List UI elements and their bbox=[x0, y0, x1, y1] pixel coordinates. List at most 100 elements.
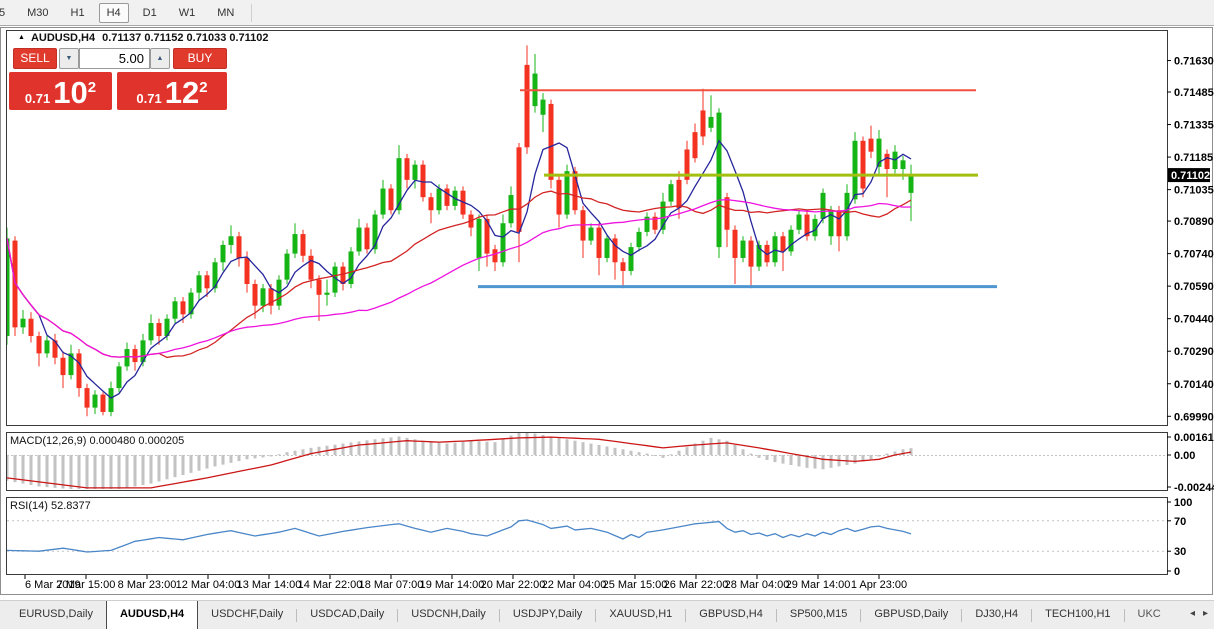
sell-price-point: 2 bbox=[88, 83, 96, 93]
buy-button[interactable]: BUY bbox=[173, 48, 227, 69]
rsi-axis-label: 100 bbox=[1174, 497, 1192, 509]
candle-body bbox=[725, 197, 730, 230]
price-axis-label: 0.71035 bbox=[1174, 185, 1214, 197]
candle-body bbox=[205, 275, 210, 288]
collapse-icon[interactable]: ▲ bbox=[18, 34, 25, 41]
candle-body bbox=[429, 197, 434, 210]
macd-axis-label: 0.00 bbox=[1174, 450, 1195, 462]
price-axis-label: 0.71335 bbox=[1174, 120, 1214, 132]
date-axis-label: 18 Mar 07:00 bbox=[359, 579, 424, 591]
candle-body bbox=[221, 245, 226, 262]
candle-body bbox=[909, 175, 914, 193]
candle-body bbox=[197, 275, 202, 292]
price-axis-label: 0.70140 bbox=[1174, 379, 1214, 391]
candle-body bbox=[845, 193, 850, 236]
macd-axis-label: 0.001615 bbox=[1174, 432, 1214, 444]
tab-scroll-left-icon[interactable]: ◂ bbox=[1190, 608, 1195, 619]
chart-tab-AUDUSD-H4[interactable]: AUDUSD,H4 bbox=[106, 600, 198, 629]
chart-tab-USDJPY-Daily[interactable]: USDJPY,Daily bbox=[500, 601, 596, 629]
chart-tab-USDCAD-Daily[interactable]: USDCAD,Daily bbox=[297, 601, 397, 629]
chart-tab-EURUSD-Daily[interactable]: EURUSD,Daily bbox=[6, 601, 106, 629]
candle-body bbox=[149, 323, 154, 340]
price-axis-label: 0.70590 bbox=[1174, 281, 1214, 293]
chart-tab-USDCNH-Daily[interactable]: USDCNH,Daily bbox=[398, 601, 499, 629]
candle-body bbox=[541, 100, 546, 115]
candle-body bbox=[789, 230, 794, 252]
candle-body bbox=[173, 301, 178, 318]
chart-tab-DJ30-H4[interactable]: DJ30,H4 bbox=[962, 601, 1031, 629]
volume-input[interactable] bbox=[79, 48, 150, 69]
candle-body bbox=[29, 319, 34, 336]
candle-body bbox=[325, 293, 330, 295]
tab-scroll-arrows: ◂ ▸ bbox=[1190, 608, 1208, 619]
candle-body bbox=[61, 358, 66, 375]
candle-body bbox=[853, 141, 858, 200]
chart-tab-UKC[interactable]: UKC bbox=[1125, 601, 1165, 629]
application-window: 5M30H1H4D1W1MN 0.716300.714850.713350.71… bbox=[0, 0, 1214, 629]
candle-body bbox=[477, 219, 482, 258]
chart-tab-TECH100-H1[interactable]: TECH100,H1 bbox=[1032, 601, 1123, 629]
chart-ohlc-values: 0.71137 0.71152 0.71033 0.71102 bbox=[102, 32, 268, 44]
candle-body bbox=[709, 117, 714, 128]
candle-body bbox=[445, 189, 450, 206]
candle-body bbox=[413, 165, 418, 180]
candle-body bbox=[821, 193, 826, 219]
candle-body bbox=[733, 230, 738, 258]
tab-scroll-right-icon[interactable]: ▸ bbox=[1203, 608, 1208, 619]
candle-body bbox=[629, 247, 634, 271]
chart-tab-SP500-M15[interactable]: SP500,M15 bbox=[777, 601, 860, 629]
buy-price-prefix: 0.71 bbox=[136, 91, 161, 106]
candle-body bbox=[237, 236, 242, 258]
volume-decrease-button[interactable]: ▼ bbox=[59, 48, 79, 69]
candle-body bbox=[21, 319, 26, 328]
sell-price-box[interactable]: 0.71 10 2 bbox=[9, 72, 112, 110]
price-axis-label: 0.71485 bbox=[1174, 87, 1214, 99]
candle-body bbox=[285, 254, 290, 280]
candle-body bbox=[85, 388, 90, 408]
candle-body bbox=[861, 141, 866, 189]
date-axis-label: 14 Mar 22:00 bbox=[298, 579, 363, 591]
candle-body bbox=[781, 236, 786, 251]
rsi-pane bbox=[7, 498, 1168, 575]
candle-body bbox=[605, 238, 610, 258]
candle-body bbox=[885, 154, 890, 169]
candle-body bbox=[45, 340, 50, 353]
chart-tab-GBPUSD-Daily[interactable]: GBPUSD,Daily bbox=[861, 601, 961, 629]
candle-body bbox=[397, 158, 402, 210]
candle-body bbox=[525, 65, 530, 147]
candle-body bbox=[749, 241, 754, 267]
date-axis-label: 22 Mar 04:00 bbox=[542, 579, 607, 591]
candle-body bbox=[421, 165, 426, 198]
chart-symbol-label: AUDUSD,H4 bbox=[31, 32, 95, 44]
volume-increase-button[interactable]: ▲ bbox=[150, 48, 170, 69]
chart-tab-USDCHF-Daily[interactable]: USDCHF,Daily bbox=[198, 601, 296, 629]
candle-body bbox=[93, 395, 98, 408]
date-axis-label: 26 Mar 22:00 bbox=[664, 579, 729, 591]
candle-body bbox=[381, 189, 386, 215]
date-axis-label: 13 Mar 14:00 bbox=[237, 579, 302, 591]
candle-body bbox=[717, 113, 722, 247]
date-axis-label: 19 Mar 14:00 bbox=[420, 579, 485, 591]
candle-body bbox=[741, 241, 746, 258]
chart-title: ▲ AUDUSD,H4 0.71137 0.71152 0.71033 0.71… bbox=[18, 31, 269, 44]
rsi-label: RSI(14) 52.8377 bbox=[10, 500, 91, 512]
sell-button[interactable]: SELL bbox=[13, 48, 57, 69]
macd-axis-label: -0.002443 bbox=[1174, 482, 1214, 494]
candle-body bbox=[109, 388, 114, 412]
date-axis-label: 8 Mar 23:00 bbox=[118, 579, 177, 591]
rsi-axis-label: 0 bbox=[1174, 566, 1180, 578]
chart-tab-GBPUSD-H4[interactable]: GBPUSD,H4 bbox=[686, 601, 776, 629]
candle-body bbox=[157, 323, 162, 336]
date-axis-label: 25 Mar 15:00 bbox=[603, 579, 668, 591]
candle-body bbox=[245, 258, 250, 284]
buy-price-box[interactable]: 0.71 12 2 bbox=[117, 72, 227, 110]
candle-body bbox=[837, 210, 842, 236]
candle-body bbox=[901, 160, 906, 169]
candle-body bbox=[253, 284, 258, 306]
candle-body bbox=[613, 238, 618, 262]
date-axis-label: 29 Mar 14:00 bbox=[786, 579, 851, 591]
price-axis-label: 0.70890 bbox=[1174, 216, 1214, 228]
chart-tab-XAUUSD-H1[interactable]: XAUUSD,H1 bbox=[596, 601, 685, 629]
rsi-axis-label: 70 bbox=[1174, 516, 1186, 528]
candle-body bbox=[293, 234, 298, 254]
